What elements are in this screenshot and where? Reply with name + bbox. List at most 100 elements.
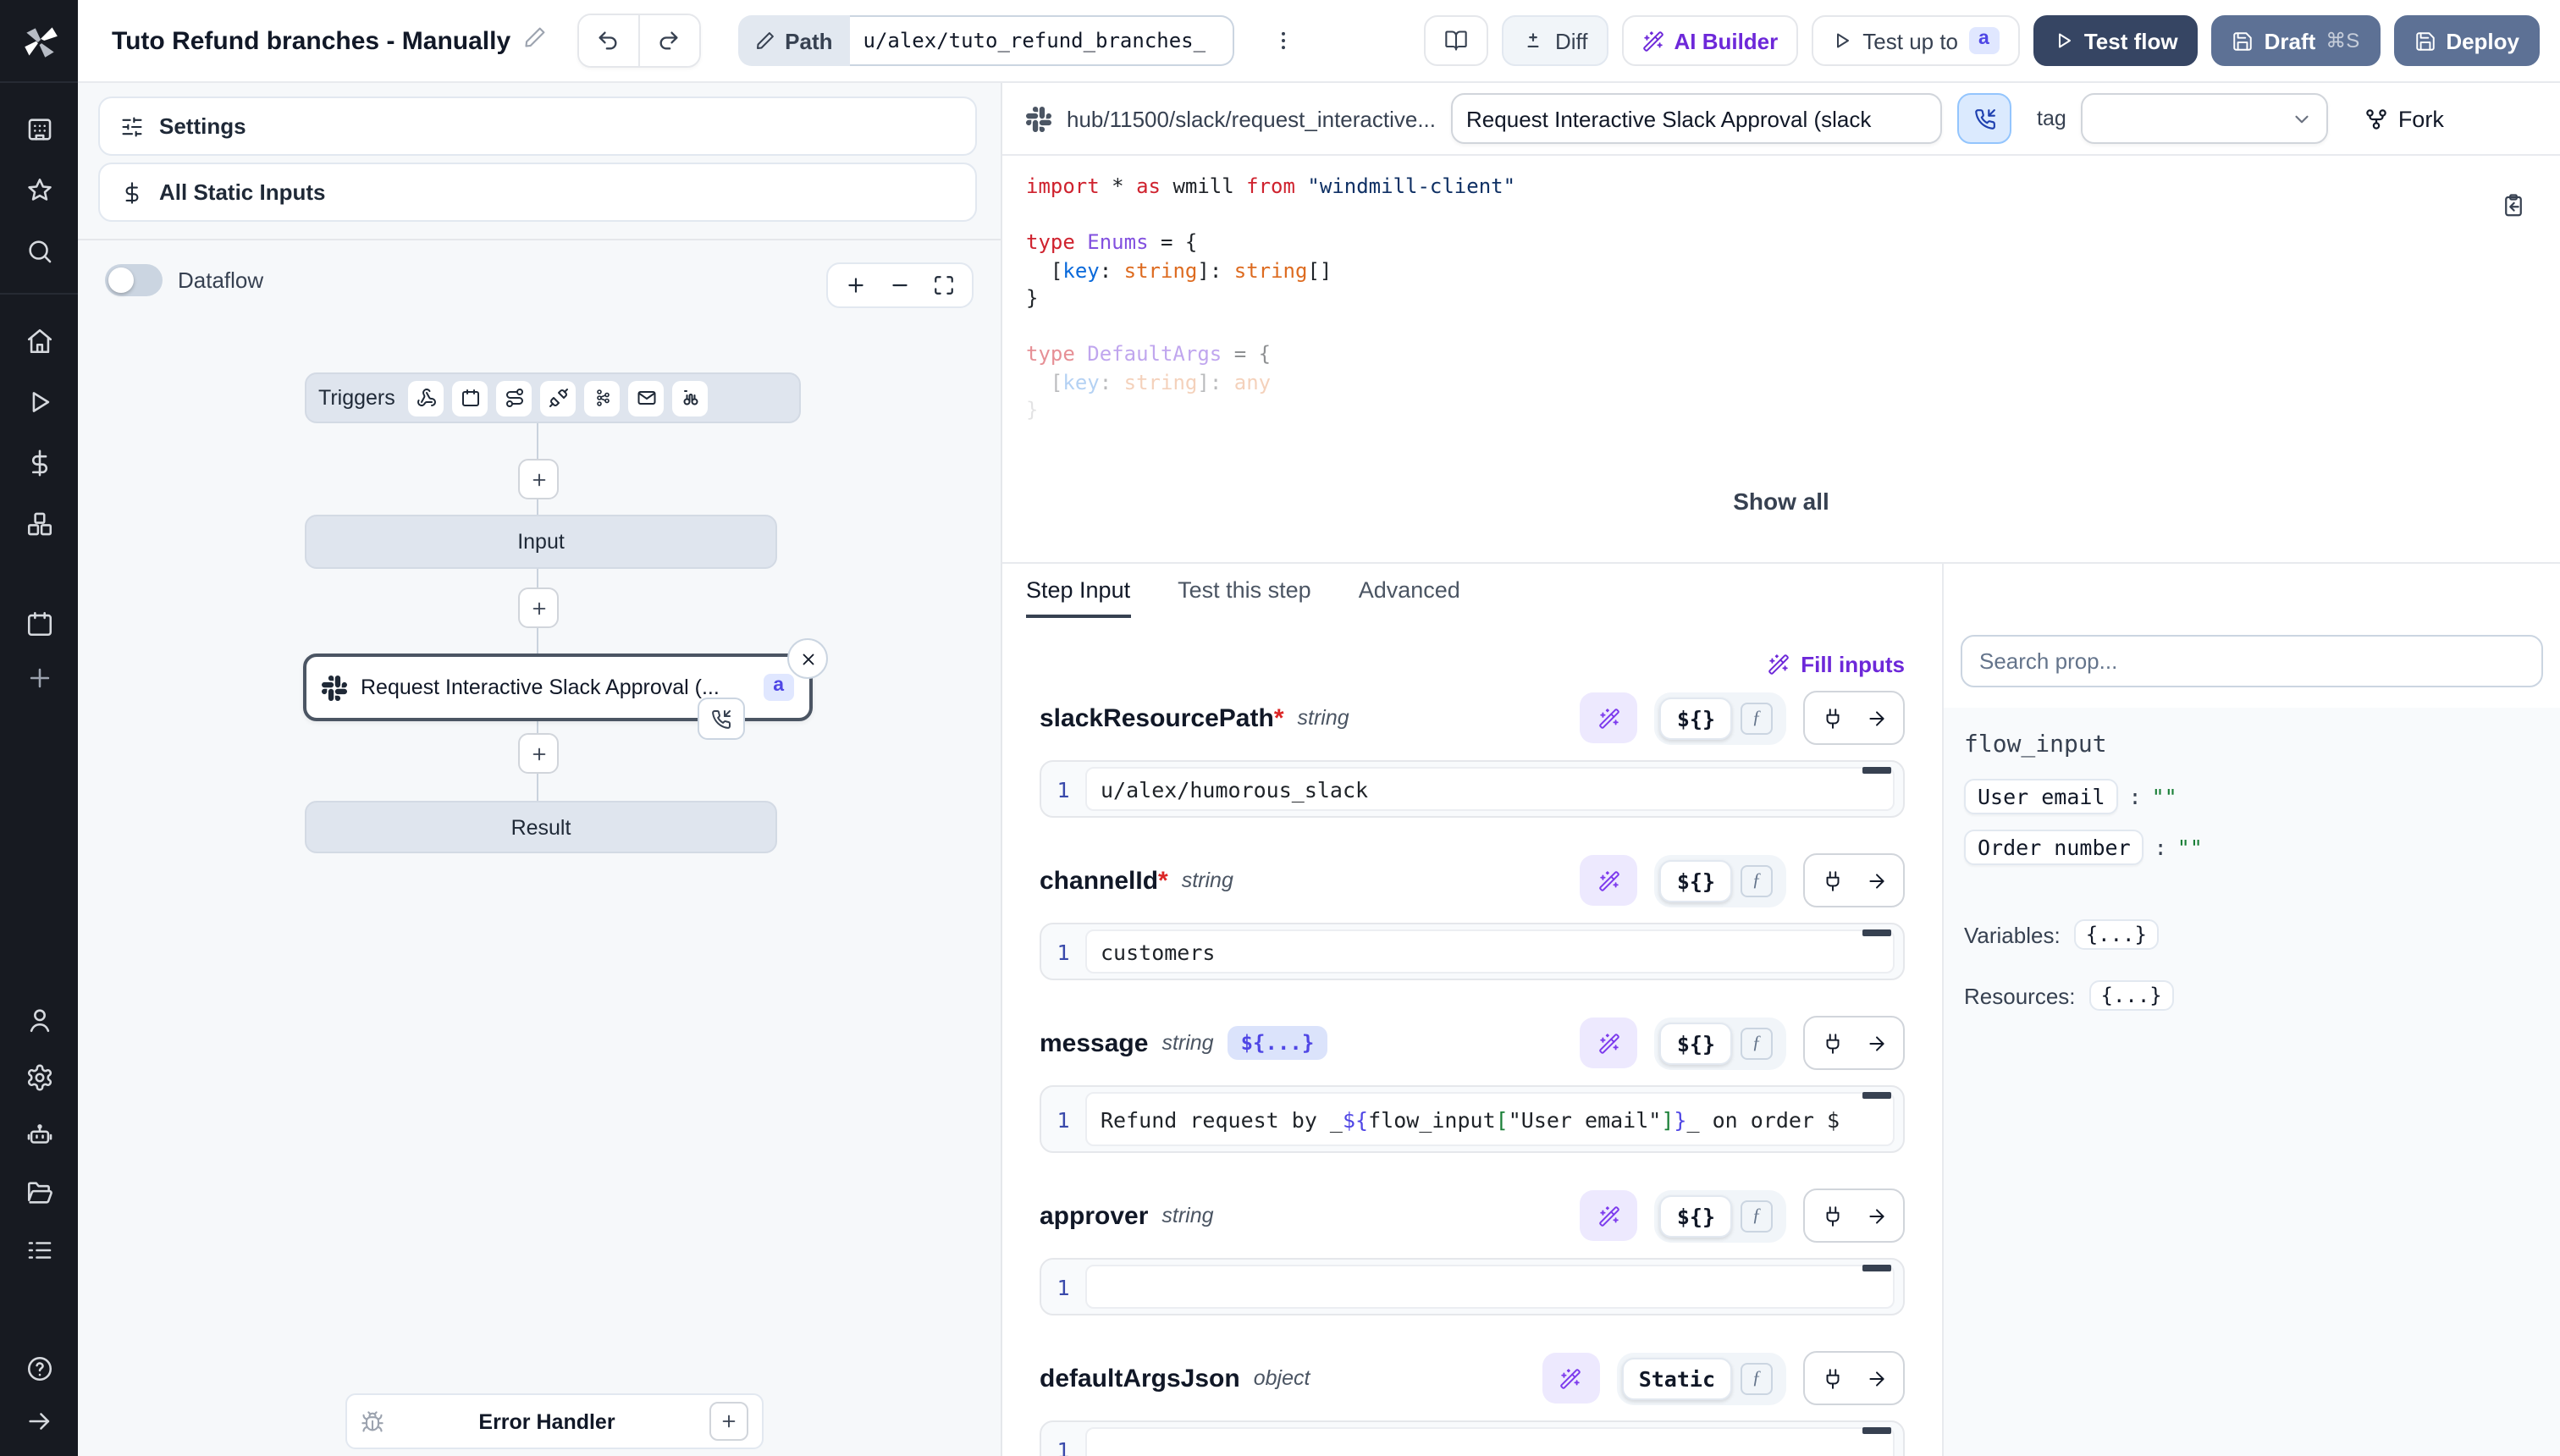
suspend-approval-icon[interactable]	[698, 698, 745, 740]
tab-advanced[interactable]: Advanced	[1359, 564, 1460, 618]
input-mode-toggle[interactable]: ${} ƒ	[1655, 1189, 1786, 1242]
fill-inputs-button[interactable]: Fill inputs	[1040, 638, 1905, 689]
arrow-right-icon[interactable]	[1856, 869, 1896, 891]
docs-button[interactable]	[1425, 15, 1489, 66]
remove-step-icon[interactable]	[787, 638, 828, 679]
function-icon[interactable]: ƒ	[1741, 1362, 1773, 1394]
test-flow-button[interactable]: Test flow	[2033, 15, 2199, 66]
home-icon[interactable]	[25, 327, 53, 356]
scheduled-poll-icon[interactable]	[673, 380, 709, 416]
plug-icon[interactable]	[1812, 869, 1852, 891]
triggers-node[interactable]: Triggers	[305, 372, 801, 423]
editor-scrollbar[interactable]	[1862, 929, 1891, 936]
ai-fill-field-button[interactable]	[1581, 692, 1638, 743]
workers-robot-icon[interactable]	[25, 1121, 53, 1150]
function-icon[interactable]: ƒ	[1741, 1200, 1773, 1232]
user-icon[interactable]	[25, 1006, 53, 1034]
result-node[interactable]: Result	[305, 801, 777, 853]
tab-test-this-step[interactable]: Test this step	[1178, 564, 1311, 618]
path-input[interactable]	[850, 15, 1234, 66]
tag-select[interactable]	[2082, 93, 2329, 144]
test-up-to-button[interactable]: Test up to a	[1812, 15, 2020, 66]
input-mode-toggle[interactable]: Static ƒ	[1617, 1352, 1786, 1404]
selected-step-node[interactable]: Request Interactive Slack Approval (... …	[303, 654, 813, 721]
input-mode-active[interactable]: ${}	[1660, 697, 1732, 739]
editor-scrollbar[interactable]	[1862, 1265, 1891, 1271]
ai-fill-field-button[interactable]	[1581, 1190, 1638, 1241]
input-mode-active[interactable]: ${}	[1660, 1022, 1732, 1064]
arrow-right-icon[interactable]	[1856, 707, 1896, 729]
favorites-star-icon[interactable]	[25, 176, 53, 205]
arrow-right-icon[interactable]	[1856, 1032, 1896, 1054]
arrow-right-icon[interactable]	[1856, 1367, 1896, 1389]
arrow-right-icon[interactable]	[1856, 1205, 1896, 1227]
help-icon[interactable]	[25, 1354, 53, 1383]
field-value-editor[interactable]: 1 u/alex/humorous_slack	[1040, 760, 1905, 818]
draft-button[interactable]: Draft ⌘S	[2212, 15, 2381, 66]
show-all-button[interactable]: Show all	[1733, 487, 1829, 515]
all-static-inputs-button[interactable]: All Static Inputs	[98, 163, 977, 222]
settings-gear-icon[interactable]	[25, 1063, 53, 1092]
email-trigger-icon[interactable]	[629, 380, 665, 416]
plug-icon[interactable]	[1812, 1205, 1852, 1227]
insert-step-button[interactable]	[518, 733, 559, 774]
editor-scrollbar[interactable]	[1862, 1427, 1891, 1434]
plug-icon[interactable]	[1812, 1032, 1852, 1054]
hub-script-path[interactable]: hub/11500/slack/request_interactive...	[1067, 106, 1436, 131]
search-icon[interactable]	[25, 237, 53, 266]
deploy-button[interactable]: Deploy	[2393, 15, 2540, 66]
input-mode-toggle[interactable]: ${} ƒ	[1655, 854, 1786, 907]
flow-input-label[interactable]: flow_input	[1964, 731, 2540, 758]
variables-icon[interactable]	[25, 449, 53, 477]
field-value-editor[interactable]: 1	[1040, 1258, 1905, 1315]
fullscreen-button[interactable]	[933, 274, 955, 296]
collapse-arrow-icon[interactable]	[25, 1407, 53, 1436]
prop-order-number[interactable]: Order number	[1964, 830, 2144, 865]
add-icon[interactable]	[25, 664, 53, 692]
kafka-icon[interactable]	[585, 380, 621, 416]
schedule-trigger-icon[interactable]	[453, 380, 488, 416]
workspace-icon[interactable]	[25, 115, 53, 144]
editor-scrollbar[interactable]	[1862, 1092, 1891, 1099]
resources-expander[interactable]: {...}	[2089, 980, 2174, 1011]
diff-button[interactable]: Diff	[1503, 15, 1608, 66]
flow-settings-button[interactable]: Settings	[98, 97, 977, 156]
input-mode-active[interactable]: ${}	[1660, 1194, 1732, 1237]
suspend-mode-button[interactable]	[1957, 93, 2011, 144]
redo-button[interactable]	[637, 15, 698, 66]
error-handler-node[interactable]: Error Handler	[345, 1393, 764, 1449]
plug-icon[interactable]	[1812, 1367, 1852, 1389]
field-value-editor[interactable]: 1	[1040, 1420, 1905, 1456]
form-scroll-area[interactable]: Fill inputs slackResourcePath* string ${…	[1002, 618, 1942, 1456]
ai-builder-button[interactable]: AI Builder	[1621, 15, 1798, 66]
step-summary-input[interactable]	[1451, 93, 1942, 144]
input-mode-toggle[interactable]: ${} ƒ	[1655, 1017, 1786, 1069]
runs-icon[interactable]	[25, 388, 53, 416]
input-mode-active[interactable]: ${}	[1660, 859, 1732, 902]
function-icon[interactable]: ƒ	[1741, 1027, 1773, 1059]
websocket-icon[interactable]	[541, 380, 577, 416]
field-value-editor[interactable]: 1 Refund request by _${flow_input["User …	[1040, 1085, 1905, 1153]
add-error-handler-icon[interactable]	[709, 1402, 748, 1441]
schedules-icon[interactable]	[25, 609, 53, 638]
plug-icon[interactable]	[1812, 707, 1852, 729]
input-mode-active[interactable]: Static	[1622, 1357, 1732, 1399]
dataflow-toggle[interactable]	[105, 264, 163, 296]
zoom-out-button[interactable]	[889, 274, 911, 296]
function-icon[interactable]: ƒ	[1741, 864, 1773, 896]
input-node[interactable]: Input	[305, 515, 777, 569]
logs-list-icon[interactable]	[25, 1236, 53, 1265]
prop-user-email[interactable]: User email	[1964, 779, 2119, 814]
step-code-preview[interactable]: import * as wmill from "windmill-client"…	[1002, 156, 2560, 564]
search-prop-input[interactable]	[1961, 635, 2543, 687]
tab-step-input[interactable]: Step Input	[1026, 564, 1130, 618]
fork-button[interactable]: Fork	[2364, 106, 2444, 131]
insert-step-button[interactable]	[518, 587, 559, 628]
ai-fill-field-button[interactable]	[1581, 855, 1638, 906]
insert-step-button[interactable]	[518, 459, 559, 499]
ai-fill-field-button[interactable]	[1581, 1018, 1638, 1068]
webhook-icon[interactable]	[409, 380, 444, 416]
http-route-icon[interactable]	[497, 380, 532, 416]
function-icon[interactable]: ƒ	[1741, 702, 1773, 734]
windmill-logo[interactable]	[0, 0, 78, 83]
